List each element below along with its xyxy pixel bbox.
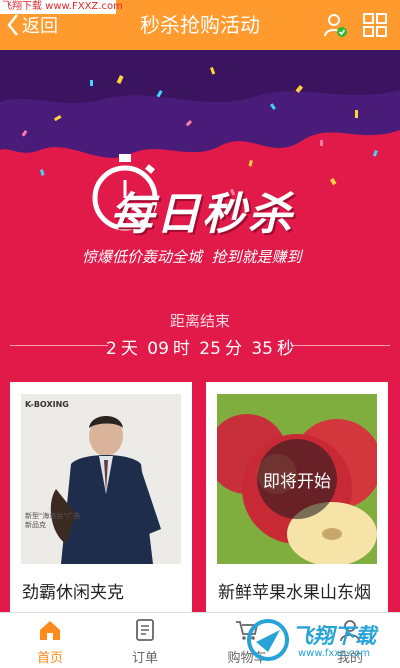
- cd-hours-unit: 时: [172, 339, 190, 359]
- product-name[interactable]: 劲霸休闲夹克: [22, 578, 124, 603]
- banner-headline: 每日秒杀: [110, 189, 294, 240]
- watermark-title: 飞翔下载: [292, 624, 376, 648]
- banner-slogan: 惊爆低价轰动全城 抢到就是赚到: [82, 248, 302, 266]
- tab-home[interactable]: 首页: [0, 613, 100, 668]
- tab-orders[interactable]: 订单: [95, 613, 195, 668]
- cd-hours: 09: [147, 339, 169, 359]
- product-card[interactable]: K-BOXING 新型"海岛丝"广告新品克 劲霸休闲夹克: [10, 382, 192, 612]
- watermark-logo-icon: [247, 619, 289, 661]
- home-icon: [40, 621, 60, 640]
- watermark-top: 飞翔下载 www.FXXZ.com: [0, 0, 123, 14]
- watermark-bottom-right: 飞翔下载 www.fxxz.com: [246, 618, 396, 664]
- product-image-jacket: K-BOXING 新型"海岛丝"广告新品克: [21, 394, 181, 564]
- product-card[interactable]: 即将开始 新鲜苹果水果山东烟: [206, 382, 388, 612]
- grid-icon[interactable]: [362, 12, 388, 38]
- brand-tag: K-BOXING: [25, 400, 69, 409]
- tab-label: 首页: [36, 651, 63, 666]
- countdown-section: 距离结束 2天 09 时 25 分 35 秒: [0, 282, 400, 382]
- coming-soon-overlay: 即将开始: [257, 439, 337, 519]
- flash-sale-banner: 每日秒杀 惊爆低价轰动全城 抢到就是赚到: [0, 50, 400, 282]
- cd-days-unit: 天: [120, 339, 138, 359]
- user-check-icon[interactable]: [322, 12, 348, 38]
- cd-seconds: 35: [251, 339, 273, 359]
- cd-days: 2: [106, 339, 117, 359]
- tab-label: 订单: [131, 651, 158, 666]
- countdown-label: 距离结束: [169, 312, 230, 330]
- cd-minutes: 25: [199, 339, 221, 359]
- product-name[interactable]: 新鲜苹果水果山东烟: [218, 578, 371, 603]
- promo-text: 新型"海岛丝"广告新品克: [25, 512, 81, 529]
- countdown-time: 2天 09 时 25 分 35 秒: [0, 334, 400, 359]
- cd-minutes-unit: 分: [224, 339, 242, 359]
- product-image-apple: 即将开始: [217, 394, 377, 564]
- watermark-url: www.fxxz.com: [298, 648, 370, 659]
- order-icon: [136, 619, 154, 641]
- product-list: K-BOXING 新型"海岛丝"广告新品克 劲霸休闲夹克 即将开始 新鲜苹果水果…: [0, 382, 400, 612]
- cd-seconds-unit: 秒: [276, 339, 294, 359]
